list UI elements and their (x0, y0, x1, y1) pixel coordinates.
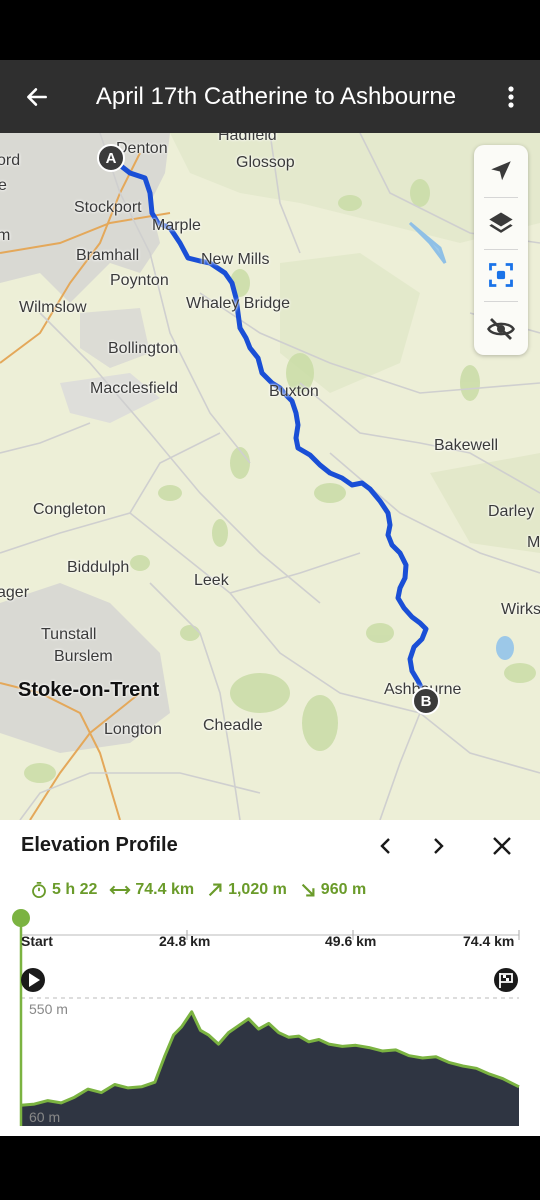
place-label-newmills: New Mills (201, 251, 270, 268)
place-label-biddulph: Biddulph (67, 559, 130, 576)
app-root: April 17th Catherine to Ashbourne Hadfie… (0, 0, 540, 1200)
place-label-cheadle: Cheadle (203, 717, 263, 734)
back-button[interactable] (0, 60, 74, 133)
place-label-glossop: Glossop (236, 154, 295, 171)
place-label-tunstall: Tunstall (41, 626, 97, 643)
start-flag-icon (21, 968, 45, 992)
duration-value: 5 h 22 (52, 881, 98, 898)
app-bar: April 17th Catherine to Ashbourne (0, 60, 540, 133)
more-vertical-icon (508, 85, 514, 108)
fit-route-button[interactable] (474, 249, 528, 301)
y-max-label: 550 m (29, 1001, 68, 1017)
place-label-buxton: Buxton (269, 383, 319, 400)
descent-value: 960 m (320, 881, 367, 898)
route-start-marker[interactable]: A (97, 144, 125, 172)
distance-value: 74.4 km (135, 881, 195, 898)
route-stats: 5 h 22 74.4 km 1,020 m 960 m (30, 878, 378, 902)
more-options-button[interactable] (482, 60, 540, 133)
place-label-leek: Leek (194, 572, 229, 589)
locate-button[interactable] (474, 145, 528, 197)
place-label-bramhall: Bramhall (76, 247, 140, 264)
place-label-burslem: Burslem (54, 648, 113, 665)
place-label-macclesfield: Macclesfield (90, 380, 179, 397)
place-label-ord: ord (0, 152, 21, 169)
descent-arrow-icon (301, 883, 315, 897)
place-label-ager: ager (0, 584, 30, 601)
place-label-poynton: Poynton (110, 272, 169, 289)
previous-button[interactable] (368, 830, 404, 862)
x-tick-label: Start (21, 933, 53, 949)
map-base-layer (0, 133, 540, 820)
elevation-area (21, 1011, 519, 1126)
arrow-left-icon (27, 87, 47, 106)
route-end-marker[interactable]: B (412, 687, 440, 715)
elevation-area-group (20, 1010, 520, 1126)
x-tick-label: 74.4 km (463, 933, 515, 949)
close-button[interactable] (484, 830, 520, 862)
place-label-darley-m: M (527, 534, 540, 551)
panel-title: Elevation Profile (21, 834, 178, 856)
chevron-left-icon (380, 838, 390, 854)
place-label-stockport: Stockport (74, 199, 142, 216)
ascent-value: 1,020 m (228, 881, 287, 898)
distance-arrows-icon (109, 885, 131, 895)
place-label-marple: Marple (152, 217, 201, 234)
navigation-arrow-icon (491, 161, 511, 181)
place-label-congleton: Congleton (33, 501, 106, 518)
place-label-wirks: Wirks (501, 601, 540, 618)
place-label-longton: Longton (104, 721, 162, 738)
duration-stat: 5 h 22 (30, 881, 97, 899)
eye-off-icon (487, 318, 515, 340)
focus-frame-icon (489, 263, 513, 287)
place-label-hadfield: Hadfield (218, 133, 277, 144)
finish-flag-icon (494, 968, 518, 992)
stopwatch-icon (32, 881, 46, 899)
map-controls (474, 145, 528, 355)
next-button[interactable] (420, 830, 456, 862)
ascent-arrow-icon (208, 883, 222, 897)
descent-stat: 960 m (299, 881, 366, 899)
close-icon (493, 837, 511, 855)
route-line (109, 156, 429, 696)
map-view[interactable]: Hadfield Denton Glossop ord e Stockport … (0, 133, 540, 820)
distance-stat: 74.4 km (109, 881, 194, 899)
elevation-chart-svg (12, 909, 520, 1126)
ascent-stat: 1,020 m (206, 881, 287, 899)
x-tick-label: 49.6 km (325, 933, 377, 949)
status-bar (0, 0, 540, 60)
place-label-stoke-on-trent: Stoke-on-Trent (18, 679, 160, 701)
layers-button[interactable] (474, 197, 528, 249)
place-label-m: m (0, 227, 11, 244)
controls-divider (484, 301, 518, 302)
chevron-right-icon (434, 838, 444, 854)
elevation-panel: Elevation Profile 5 h 22 74.4 km 1,020 m… (0, 820, 540, 1136)
place-label-whaleybridge: Whaley Bridge (186, 295, 291, 312)
x-tick-label: 24.8 km (159, 933, 211, 949)
elevation-chart[interactable]: Start 24.8 km 49.6 km 74.4 km 550 m 60 m (0, 908, 540, 1136)
navigation-bar (0, 1136, 540, 1200)
place-label-e: e (0, 177, 7, 194)
place-label-bollington: Bollington (108, 340, 179, 357)
position-cursor-knob (12, 909, 30, 927)
place-label-bakewell: Bakewell (434, 437, 499, 454)
page-title: April 17th Catherine to Ashbourne (95, 82, 457, 110)
y-min-label: 60 m (29, 1109, 61, 1125)
layers-icon (489, 212, 513, 233)
place-label-darley: Darley (488, 503, 535, 520)
toggle-visibility-button[interactable] (474, 303, 528, 355)
place-label-wilmslow: Wilmslow (19, 299, 87, 316)
